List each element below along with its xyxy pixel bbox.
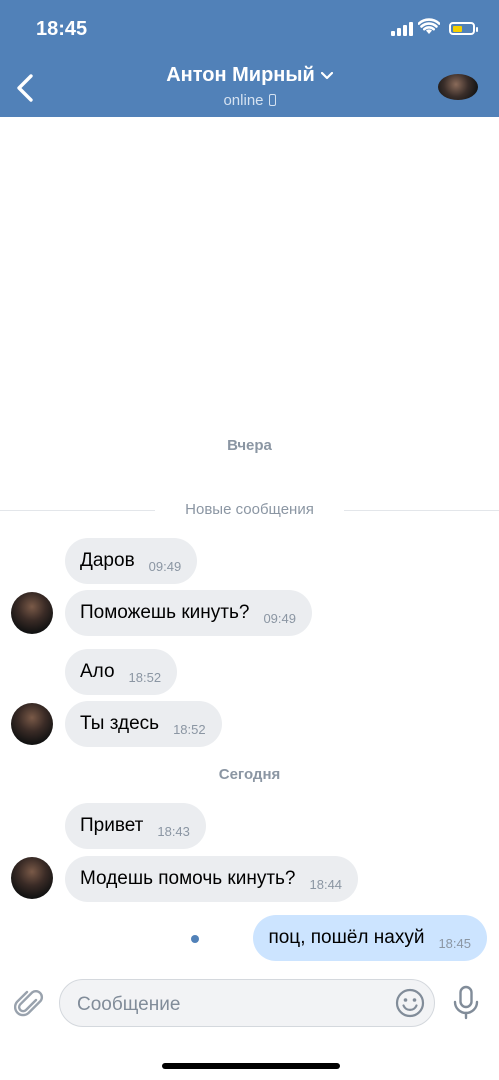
unread-dot: [191, 935, 199, 943]
contact-name-text: Антон Мирный: [166, 64, 315, 86]
chat-header: 18:45 Антон Мирный online: [0, 0, 499, 117]
sender-avatar[interactable]: [11, 592, 53, 634]
message-bubble[interactable]: Поможешь кинуть? 09:49: [65, 590, 312, 636]
contact-status: online: [0, 92, 499, 109]
message-time: 18:52: [128, 669, 162, 685]
message-bubble[interactable]: Ты здесь 18:52: [65, 701, 222, 747]
message-input-placeholder: Сообщение: [77, 994, 181, 1015]
signal-icon: [391, 22, 413, 36]
new-messages-label: Новые сообщения: [185, 501, 314, 518]
sender-avatar[interactable]: [11, 703, 53, 745]
chevron-down-icon: [320, 71, 333, 79]
day-separator-yesterday: Вчера: [227, 437, 272, 454]
new-messages-separator: Новые сообщения: [0, 500, 499, 520]
message-time: 18:44: [309, 876, 343, 892]
message-bubble[interactable]: Привет 18:43: [65, 803, 206, 849]
contact-status-text: online: [223, 92, 264, 109]
message-text: поц, пошёл нахуй: [268, 927, 425, 948]
message-text: Привет: [80, 815, 144, 836]
contact-name[interactable]: Антон Мирный: [0, 64, 499, 87]
day-separator-today: Сегодня: [218, 766, 281, 783]
header-avatar[interactable]: [438, 74, 478, 100]
message-text: Поможешь кинуть?: [80, 602, 250, 623]
message-time: 09:49: [148, 558, 182, 574]
smile-icon[interactable]: [395, 988, 425, 1018]
message-text: Даров: [80, 550, 135, 571]
message-bubble[interactable]: Даров 09:49: [65, 538, 198, 584]
wifi-icon: [418, 18, 440, 34]
message-text: Модешь помочь кинуть?: [80, 868, 296, 889]
sender-avatar[interactable]: [11, 857, 53, 899]
outgoing-message-bubble[interactable]: поц, пошёл нахуй 18:45: [253, 915, 487, 961]
status-time: 18:45: [36, 18, 88, 40]
message-bubble[interactable]: Модешь помочь кинуть? 18:44: [65, 856, 359, 902]
microphone-icon[interactable]: [452, 985, 480, 1021]
message-time: 18:52: [173, 721, 206, 737]
message-text: Ало: [80, 661, 115, 682]
message-input[interactable]: Сообщение: [59, 979, 435, 1027]
message-time: 18:45: [438, 935, 471, 951]
battery-icon: [449, 22, 478, 35]
message-bubble[interactable]: Ало 18:52: [65, 649, 178, 695]
message-text: Ты здесь: [80, 713, 160, 734]
message-time: 18:43: [157, 823, 190, 839]
home-indicator[interactable]: [162, 1063, 340, 1069]
message-time: 09:49: [263, 610, 296, 626]
phone-icon: [268, 94, 276, 106]
attach-clip-icon[interactable]: [14, 986, 44, 1020]
